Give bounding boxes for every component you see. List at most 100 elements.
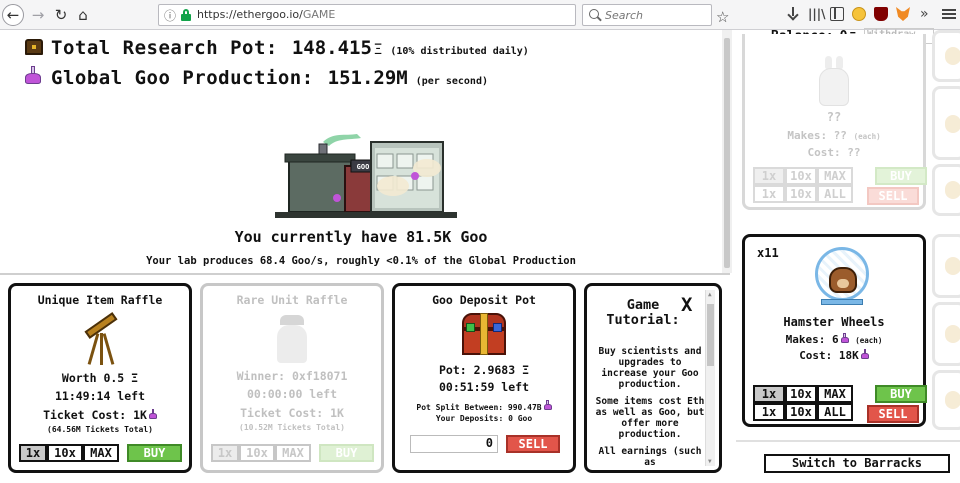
qty-max-button[interactable]: MAX	[83, 444, 119, 462]
qty-1x-button[interactable]: 1x	[19, 444, 47, 462]
close-icon[interactable]: X	[681, 294, 692, 316]
goo-production-line: Global Goo Production: 151.29M (per seco…	[25, 66, 488, 89]
lab-smoke	[323, 134, 361, 146]
goo-flask-icon	[840, 333, 849, 343]
unit-buy-button[interactable]: BUY	[875, 167, 927, 185]
bookmark-star-icon[interactable]: ☆	[716, 8, 729, 26]
unit-cost: Cost: ??	[807, 146, 861, 159]
search-input[interactable]: Search	[582, 4, 712, 26]
lab-left-wing	[288, 157, 352, 213]
tutorial-scrollbar[interactable]: ▲ ▼	[705, 290, 715, 466]
rare-raffle-winner: Winner: 0xf18071	[236, 369, 348, 383]
qty-1x-sell-button[interactable]: 1x	[753, 403, 785, 421]
metamask-icon[interactable]	[896, 7, 910, 21]
qty-10x-sell-button[interactable]: 10x	[785, 403, 817, 421]
goo-production-value: 151.29M	[327, 67, 408, 89]
goo-flask-icon	[543, 400, 552, 410]
unit-card-partial[interactable]	[932, 234, 960, 298]
goo-rate-text: Your lab produces 68.4 Goo/s, roughly <0…	[146, 255, 576, 267]
raffle-buy-button[interactable]: BUY	[127, 444, 182, 462]
qty-1x-button[interactable]: 1x	[211, 444, 239, 462]
raffle-time-left: 11:49:14 left	[54, 389, 145, 403]
unit-card-partial[interactable]	[932, 370, 960, 430]
library-icon[interactable]: |||\	[808, 7, 826, 21]
site-info-icon[interactable]: ⓘ	[164, 7, 176, 24]
overflow-icon[interactable]: »	[920, 7, 934, 21]
goo-flask-icon	[148, 409, 157, 419]
rare-raffle-buy-button[interactable]: BUY	[319, 444, 374, 462]
rare-raffle-tickets-total: (10.52M Tickets Total)	[239, 423, 345, 432]
ublock-icon[interactable]	[874, 7, 888, 21]
qty-1x-button[interactable]: 1x	[753, 385, 785, 403]
main-scrollbar[interactable]	[722, 30, 732, 273]
lab-goo-flask	[411, 172, 419, 180]
treasure-chest-icon	[25, 39, 43, 55]
qty-10x-button[interactable]: 10x	[785, 385, 817, 403]
unit-buy-button[interactable]: BUY	[875, 385, 927, 403]
unit-card-partial[interactable]	[932, 164, 960, 216]
deposit-sell-button[interactable]: SELL	[506, 435, 560, 453]
qty-10x-button[interactable]: 10x	[239, 444, 275, 462]
scroll-up-icon[interactable]: ▲	[708, 291, 712, 298]
emoji-icon[interactable]	[852, 7, 866, 21]
unit-makes: Makes: 6 (each)	[785, 333, 883, 346]
unit-makes: Makes: ?? (each)	[787, 129, 881, 142]
research-pot-line: Total Research Pot: 148.415 Ξ (10% distr…	[25, 37, 529, 59]
download-icon[interactable]	[786, 7, 800, 21]
tutorial-card: Game Tutorial: X Buy scientists and upgr…	[584, 283, 722, 473]
qty-all-button[interactable]: ALL	[817, 403, 853, 421]
unit-card-partial[interactable]	[932, 86, 960, 160]
forward-icon[interactable]: →	[27, 4, 49, 26]
menu-icon[interactable]	[942, 7, 956, 21]
scroll-thumb[interactable]	[707, 304, 714, 366]
reload-icon[interactable]: ↻	[50, 4, 72, 26]
unit-quantity-buttons: 1x 10x MAX 1x 10x ALL	[753, 167, 853, 203]
research-pot-label: Total Research Pot:	[51, 37, 278, 59]
lab-left-roof	[284, 153, 356, 163]
qty-10x-button[interactable]: 10x	[785, 167, 817, 185]
qty-10x-button[interactable]: 10x	[47, 444, 83, 462]
unit-card-locked: ?? Makes: ?? (each) Cost: ?? 1x 10x MAX …	[742, 34, 927, 210]
sidebar-icon[interactable]	[830, 7, 844, 21]
unit-card-partial[interactable]	[932, 302, 960, 366]
url-bar[interactable]: ⓘ https://ethergoo.io/GAME ••• ☆	[158, 4, 729, 26]
deposit-amount-input[interactable]: 0	[410, 435, 498, 453]
qty-1x-sell-button[interactable]: 1x	[753, 185, 785, 203]
deposit-your-deposits: Your Deposits: 0 Goo	[435, 414, 533, 423]
qty-max-button[interactable]: MAX	[817, 167, 853, 185]
unit-cost: Cost: 18K	[745, 349, 923, 362]
rare-raffle-time-left: 00:00:00 left	[246, 387, 337, 401]
goo-balance-text: You currently have 81.5K Goo	[234, 228, 488, 246]
card-title: Unique Item Raffle	[37, 293, 163, 307]
deposit-time-left: 00:51:59 left	[438, 380, 529, 394]
rare-raffle-card: Rare Unit Raffle Winner: 0xf18071 00:00:…	[200, 283, 384, 473]
tutorial-paragraph: All earnings (such as	[598, 446, 702, 468]
qty-10x-sell-button[interactable]: 10x	[785, 185, 817, 203]
search-icon	[589, 9, 599, 19]
qty-1x-button[interactable]: 1x	[753, 167, 785, 185]
scroll-thumb[interactable]	[724, 38, 730, 268]
lab-building-image: GOO	[275, 134, 457, 218]
unit-sell-button[interactable]: SELL	[867, 187, 919, 205]
back-icon[interactable]: ←	[2, 4, 24, 26]
home-icon[interactable]: ⌂	[72, 4, 94, 26]
qty-all-button[interactable]: ALL	[817, 185, 853, 203]
tutorial-paragraph: Some items cost Eth as well as Goo, but …	[595, 396, 705, 440]
lab-sign-text: GOO	[357, 163, 370, 171]
unit-card-partial[interactable]	[932, 30, 960, 82]
goo-production-note: (per second)	[415, 76, 488, 87]
unit-name: ??	[826, 110, 842, 124]
raffle-quantity-buttons: 1x 10x MAX BUY	[19, 444, 182, 462]
goo-production-label: Global Goo Production:	[51, 67, 314, 89]
raffle-tickets-total: (64.56M Tickets Total)	[47, 425, 153, 434]
unit-sell-button[interactable]: SELL	[867, 405, 919, 423]
divider	[736, 440, 960, 442]
scroll-down-icon[interactable]: ▼	[708, 458, 712, 465]
url-text[interactable]: https://ethergoo.io/GAME	[197, 8, 335, 21]
deposit-split: Pot Split Between: 990.47B	[395, 400, 573, 412]
qty-max-button[interactable]: MAX	[275, 444, 311, 462]
switch-to-barracks-button[interactable]: Switch to Barracks	[764, 454, 950, 473]
qty-max-button[interactable]: MAX	[817, 385, 853, 403]
raffle-ticket-cost: Ticket Cost: 1K	[11, 408, 189, 422]
lock-icon[interactable]	[181, 9, 191, 21]
